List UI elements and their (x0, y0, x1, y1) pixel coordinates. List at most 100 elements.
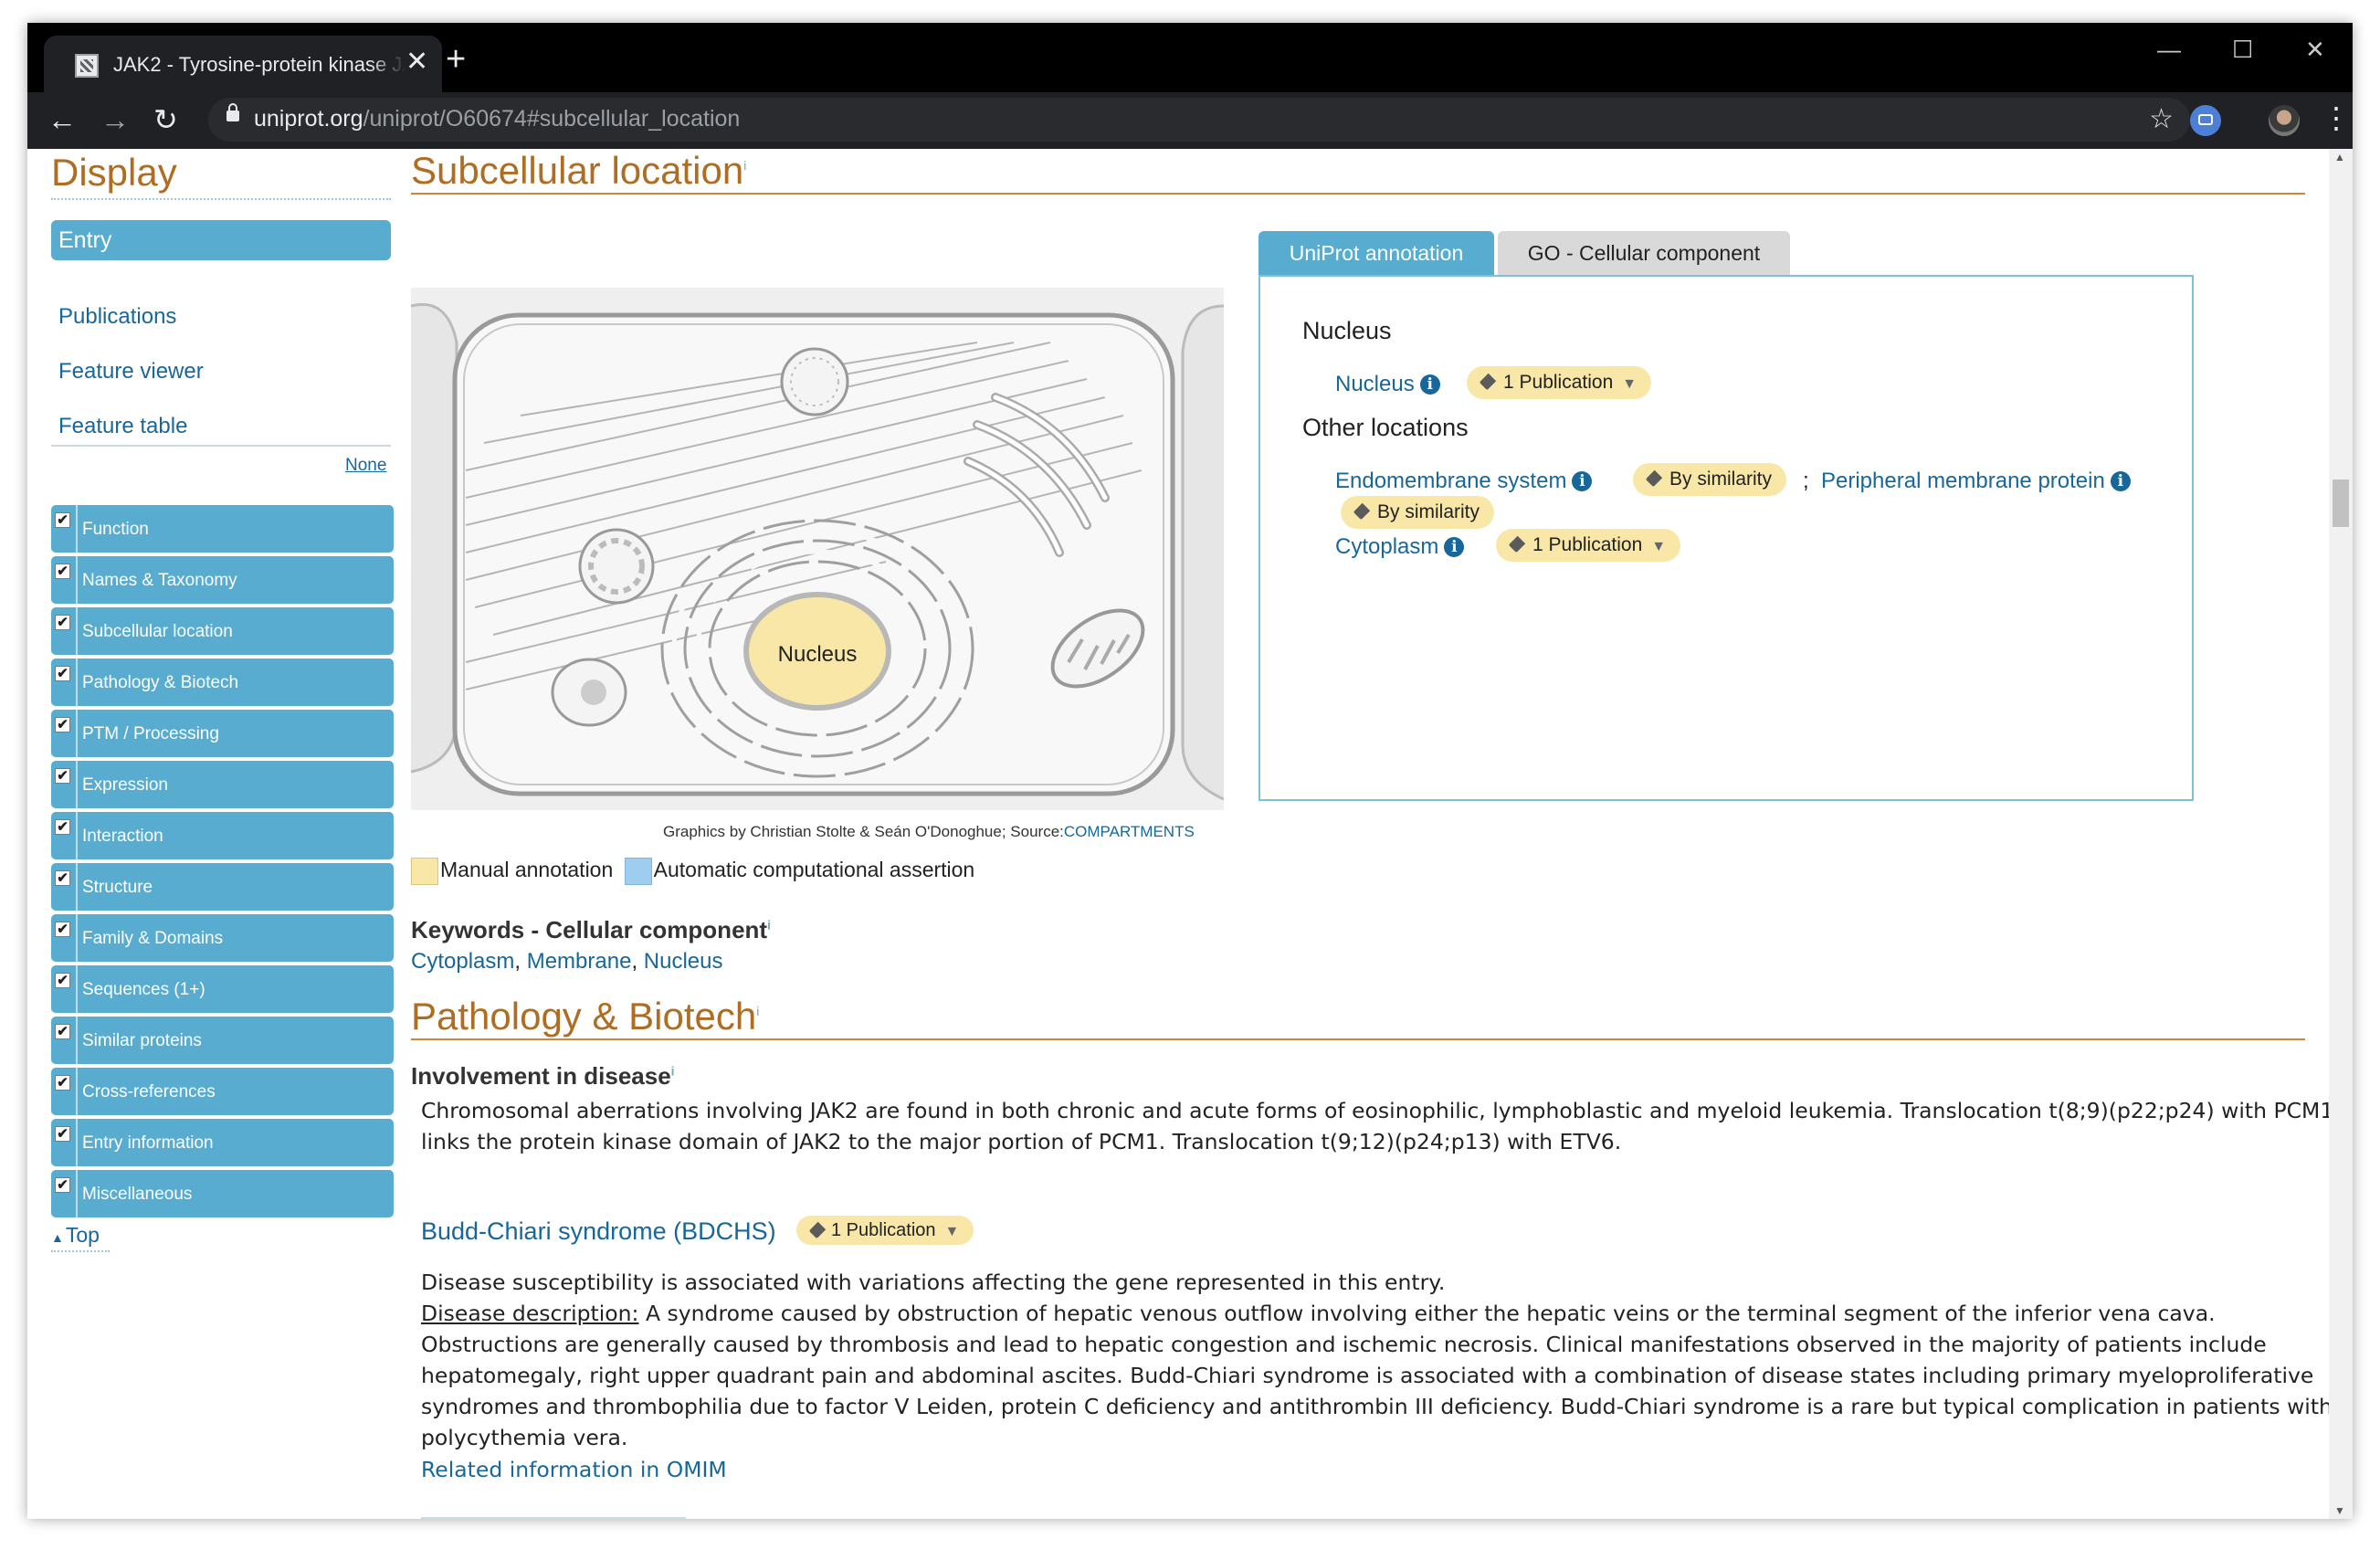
evidence-pill[interactable]: 1 Publication ▼ (1467, 366, 1652, 399)
nucleus-heading: Nucleus (1302, 317, 1392, 344)
checkbox[interactable]: ✔ (55, 1024, 70, 1039)
feature-viewer-link[interactable]: Feature viewer (58, 359, 204, 385)
info-icon[interactable]: i (1572, 471, 1593, 491)
checkbox[interactable]: ✔ (55, 1075, 70, 1091)
feature-table-link[interactable]: Feature table (58, 414, 187, 439)
checkbox[interactable]: ✔ (55, 1126, 70, 1142)
back-icon[interactable]: ← (47, 103, 77, 136)
reload-icon[interactable]: ↻ (153, 103, 178, 136)
scroll-down-icon: ▼ (2334, 1504, 2345, 1517)
forward-icon[interactable]: → (100, 103, 130, 136)
section-toggle-structure[interactable]: ✔ Structure (51, 863, 394, 911)
checkbox[interactable]: ✔ (55, 717, 70, 732)
section-toggle-subcellular-location[interactable]: ✔ Subcellular location (51, 607, 394, 655)
back-to-top-link[interactable]: ▲Top (51, 1223, 100, 1248)
compartments-link[interactable]: COMPARTMENTS (1064, 823, 1195, 840)
checkbox[interactable]: ✔ (55, 512, 70, 528)
minimize-icon[interactable]: — (2157, 36, 2181, 64)
section-toggle-function[interactable]: ✔ Function (51, 505, 394, 553)
page-content: Display Entry Publications Feature viewe… (27, 149, 2353, 1519)
profile-avatar[interactable] (2269, 105, 2300, 136)
info-icon[interactable]: i (1419, 374, 1440, 395)
disease-name[interactable]: Budd-Chiari syndrome (BDCHS) (421, 1217, 776, 1246)
next-disease-cutoff (421, 1517, 686, 1519)
display-title: Display (51, 151, 177, 194)
bookmark-star-icon[interactable]: ☆ (2149, 103, 2174, 135)
peripheral-membrane-protein-link[interactable]: Peripheral membrane protein i (1821, 469, 2131, 494)
section-toggle-miscellaneous[interactable]: ✔ Miscellaneous (51, 1170, 394, 1217)
checkbox[interactable]: ✔ (55, 615, 70, 630)
entry-button[interactable]: Entry (51, 220, 391, 260)
help-icon[interactable]: i (767, 917, 771, 932)
select-none-link[interactable]: None (345, 456, 386, 476)
section-toggle-interaction[interactable]: ✔ Interaction (51, 812, 394, 859)
cytoplasm-link[interactable]: Cytoplasm i (1335, 534, 1465, 560)
checkbox[interactable]: ✔ (55, 768, 70, 784)
keyword-membrane[interactable]: Membrane (527, 949, 632, 974)
evidence-pill[interactable]: 1 Publication ▼ (1496, 529, 1681, 562)
scrollbar-thumb[interactable] (2333, 479, 2349, 527)
section-toggle-names-taxonomy[interactable]: ✔ Names & Taxonomy (51, 556, 394, 604)
info-icon[interactable]: i (1444, 537, 1465, 557)
tab-title: JAK2 - Tyrosine-protein kinase JAK2 (113, 53, 405, 77)
help-icon[interactable]: i (756, 1004, 759, 1018)
keyword-cytoplasm[interactable]: Cytoplasm (411, 949, 514, 974)
section-toggle-expression[interactable]: ✔ Expression (51, 761, 394, 808)
evidence-pill[interactable]: 1 Publication ▼ (796, 1216, 974, 1245)
browser-toolbar: ← → ↻ uniprot.org/uniprot/O60674#subcell… (27, 92, 2353, 149)
address-bar[interactable]: uniprot.org/uniprot/O60674#subcellular_l… (208, 98, 2190, 142)
section-toggle-similar-proteins[interactable]: ✔ Similar proteins (51, 1017, 394, 1064)
manual-annotation-swatch (411, 858, 438, 885)
scrollbar[interactable]: ▲ ▼ (2329, 149, 2353, 1519)
browser-menu-icon[interactable]: ⋮ (2322, 100, 2351, 136)
keywords-heading: Keywords - Cellular componenti (411, 916, 771, 943)
section-toggle-pathology-biotech[interactable]: ✔ Pathology & Biotech (51, 659, 394, 706)
section-toggle-ptm-processing[interactable]: ✔ PTM / Processing (51, 710, 394, 757)
tab-go-cellular-component[interactable]: GO - Cellular component (1498, 231, 1790, 275)
nucleus-link[interactable]: Nucleus i (1335, 372, 1440, 397)
subcellular-location-heading: Subcellular locationi (411, 149, 747, 192)
tag-icon (1508, 535, 1526, 553)
chevron-down-icon: ▼ (944, 1224, 960, 1239)
endomembrane-link[interactable]: Endomembrane system i (1335, 469, 1593, 494)
tag-icon (1645, 469, 1663, 488)
section-rule (411, 1038, 2305, 1040)
url-text[interactable]: uniprot.org/uniprot/O60674#subcellular_l… (254, 106, 740, 132)
help-icon[interactable]: i (671, 1063, 675, 1078)
section-toggle-sequences[interactable]: ✔ Sequences (1+) (51, 965, 394, 1013)
maximize-icon[interactable]: ☐ (2232, 36, 2253, 64)
tab-uniprot-annotation[interactable]: UniProt annotation (1258, 231, 1494, 275)
section-toggle-family-domains[interactable]: ✔ Family & Domains (51, 914, 394, 962)
title-bar: JAK2 - Tyrosine-protein kinase JAK2 ✕ + … (27, 23, 2353, 92)
checkbox[interactable]: ✔ (55, 819, 70, 835)
section-toggle-entry-information[interactable]: ✔ Entry information (51, 1119, 394, 1166)
lock-icon (226, 103, 239, 121)
separator: ; (1803, 469, 1809, 493)
help-icon[interactable]: i (743, 158, 746, 173)
checkbox[interactable]: ✔ (55, 922, 70, 937)
involvement-heading: Involvement in diseasei (411, 1062, 675, 1090)
keyword-nucleus[interactable]: Nucleus (644, 949, 723, 974)
nucleus-label: Nucleus (778, 642, 858, 667)
tag-icon (1479, 373, 1497, 391)
publications-link[interactable]: Publications (58, 304, 176, 330)
evidence-pill[interactable]: By similarity (1341, 496, 1495, 529)
section-toggle-cross-references[interactable]: ✔ Cross-references (51, 1068, 394, 1115)
chevron-down-icon: ▼ (1622, 376, 1638, 392)
keyword-list: Cytoplasm, Membrane, Nucleus (411, 949, 723, 974)
checkbox[interactable]: ✔ (55, 973, 70, 988)
browser-tab[interactable]: JAK2 - Tyrosine-protein kinase JAK2 ✕ (44, 36, 442, 92)
tag-icon (808, 1221, 827, 1239)
checkbox[interactable]: ✔ (55, 1177, 70, 1193)
omim-link[interactable]: Related information in OMIM (421, 1457, 727, 1482)
new-tab-button[interactable]: + (446, 42, 466, 77)
checkbox[interactable]: ✔ (55, 870, 70, 886)
display-divider (51, 198, 391, 200)
evidence-pill[interactable]: By similarity (1633, 463, 1787, 496)
info-icon[interactable]: i (2110, 471, 2131, 491)
checkbox[interactable]: ✔ (55, 666, 70, 681)
window-close-icon[interactable]: ✕ (2305, 36, 2325, 64)
extension-icon[interactable] (2190, 105, 2221, 136)
tab-close-icon[interactable]: ✕ (405, 48, 428, 76)
checkbox[interactable]: ✔ (55, 564, 70, 579)
